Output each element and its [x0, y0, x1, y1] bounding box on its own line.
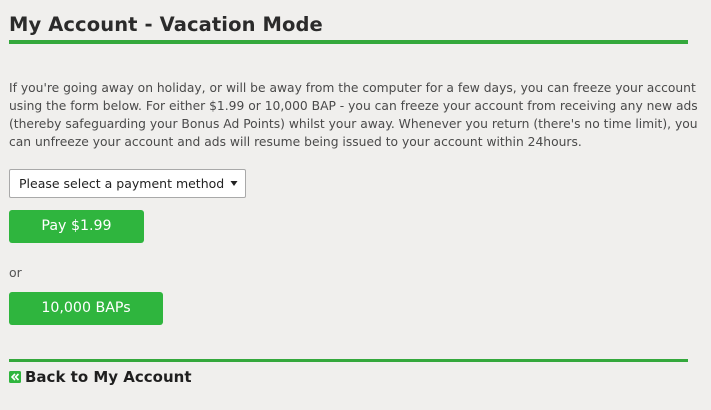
pay-with-baps-button[interactable]: 10,000 BAPs — [9, 292, 163, 325]
triangle-down-icon — [230, 181, 238, 186]
double-chevron-left-icon — [9, 371, 21, 383]
pay-button[interactable]: Pay $1.99 — [9, 210, 144, 243]
back-to-account-label: Back to My Account — [25, 368, 192, 386]
intro-text: If you're going away on holiday, or will… — [9, 81, 698, 149]
payment-method-select-value: Please select a payment method — [19, 176, 225, 191]
footer-divider — [9, 359, 688, 362]
page-title: My Account - Vacation Mode — [9, 13, 323, 36]
payment-method-select[interactable]: Please select a payment method — [9, 169, 246, 198]
or-separator-text: or — [9, 265, 22, 280]
title-divider — [9, 40, 688, 44]
